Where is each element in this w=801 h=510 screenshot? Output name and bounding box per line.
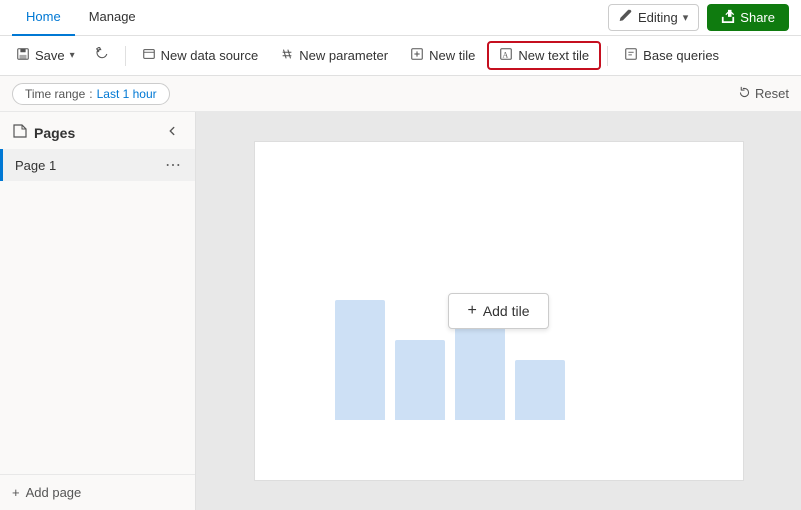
save-label: Save [35,48,65,63]
base-queries-button[interactable]: Base queries [614,43,729,68]
sidebar-footer: + Add page [0,474,195,510]
datasource-icon [142,47,156,64]
sidebar: Pages Page 1 ⋯ + Add page [0,112,196,510]
page-item[interactable]: Page 1 ⋯ [0,149,195,181]
canvas-page: + Add tile [254,141,744,481]
new-data-source-button[interactable]: New data source [132,43,269,68]
sidebar-header: Pages [0,112,195,149]
share-button[interactable]: Share [707,4,789,31]
add-tile-icon: + [467,302,476,320]
chart-bar-1 [335,300,385,420]
new-text-tile-button[interactable]: A New text tile [487,41,601,70]
pencil-icon [619,9,633,26]
canvas-area: + Add tile [196,112,801,510]
reset-label: Reset [755,86,789,101]
top-bar: Home Manage Editing ▾ Share [0,0,801,36]
share-icon [721,9,735,26]
base-queries-icon [624,47,638,64]
chart-bar-3 [455,320,505,420]
editing-button[interactable]: Editing ▾ [608,4,699,31]
chart-bar-4 [515,360,565,420]
new-data-source-label: New data source [161,48,259,63]
new-tile-label: New tile [429,48,475,63]
new-tile-button[interactable]: New tile [400,43,485,68]
filter-bar: Time range : Last 1 hour Reset [0,76,801,112]
tab-manage[interactable]: Manage [75,0,150,36]
parameter-icon [280,47,294,64]
editing-label: Editing [638,10,678,25]
toolbar-divider-2 [607,46,608,66]
tab-home[interactable]: Home [12,0,75,36]
reset-button[interactable]: Reset [738,86,789,102]
refresh-button[interactable] [85,43,119,68]
pages-icon [12,123,28,142]
editing-dropdown-icon: ▾ [683,11,689,24]
time-range-value: Last 1 hour [97,87,157,101]
top-bar-right: Editing ▾ Share [608,4,789,31]
sidebar-collapse-button[interactable] [161,122,183,143]
add-page-label: Add page [26,485,82,500]
time-range-separator: : [89,87,92,101]
refresh-icon [95,47,109,64]
save-button[interactable]: Save ▾ [8,43,83,68]
time-range-filter[interactable]: Time range : Last 1 hour [12,83,170,105]
main-area: Pages Page 1 ⋯ + Add page [0,112,801,510]
page-more-button[interactable]: ⋯ [163,155,183,175]
share-label: Share [740,10,775,25]
new-text-tile-label: New text tile [518,48,589,63]
svg-text:A: A [503,51,509,60]
add-tile-label: Add tile [483,303,530,319]
add-page-icon: + [12,485,20,500]
new-parameter-button[interactable]: New parameter [270,43,398,68]
add-page-button[interactable]: + Add page [12,485,81,500]
add-tile-button[interactable]: + Add tile [448,293,548,329]
save-icon [16,47,30,64]
base-queries-label: Base queries [643,48,719,63]
toolbar: Save ▾ New data source New parameter [0,36,801,76]
time-range-label: Time range [25,87,85,101]
reset-icon [738,86,751,102]
text-tile-icon: A [499,47,513,64]
save-dropdown-icon: ▾ [70,50,75,61]
sidebar-title-label: Pages [34,125,75,141]
new-parameter-label: New parameter [299,48,388,63]
page-name: Page 1 [15,158,56,173]
chart-bar-2 [395,340,445,420]
new-tile-icon [410,47,424,64]
pages-title: Pages [12,123,75,142]
toolbar-divider-1 [125,46,126,66]
